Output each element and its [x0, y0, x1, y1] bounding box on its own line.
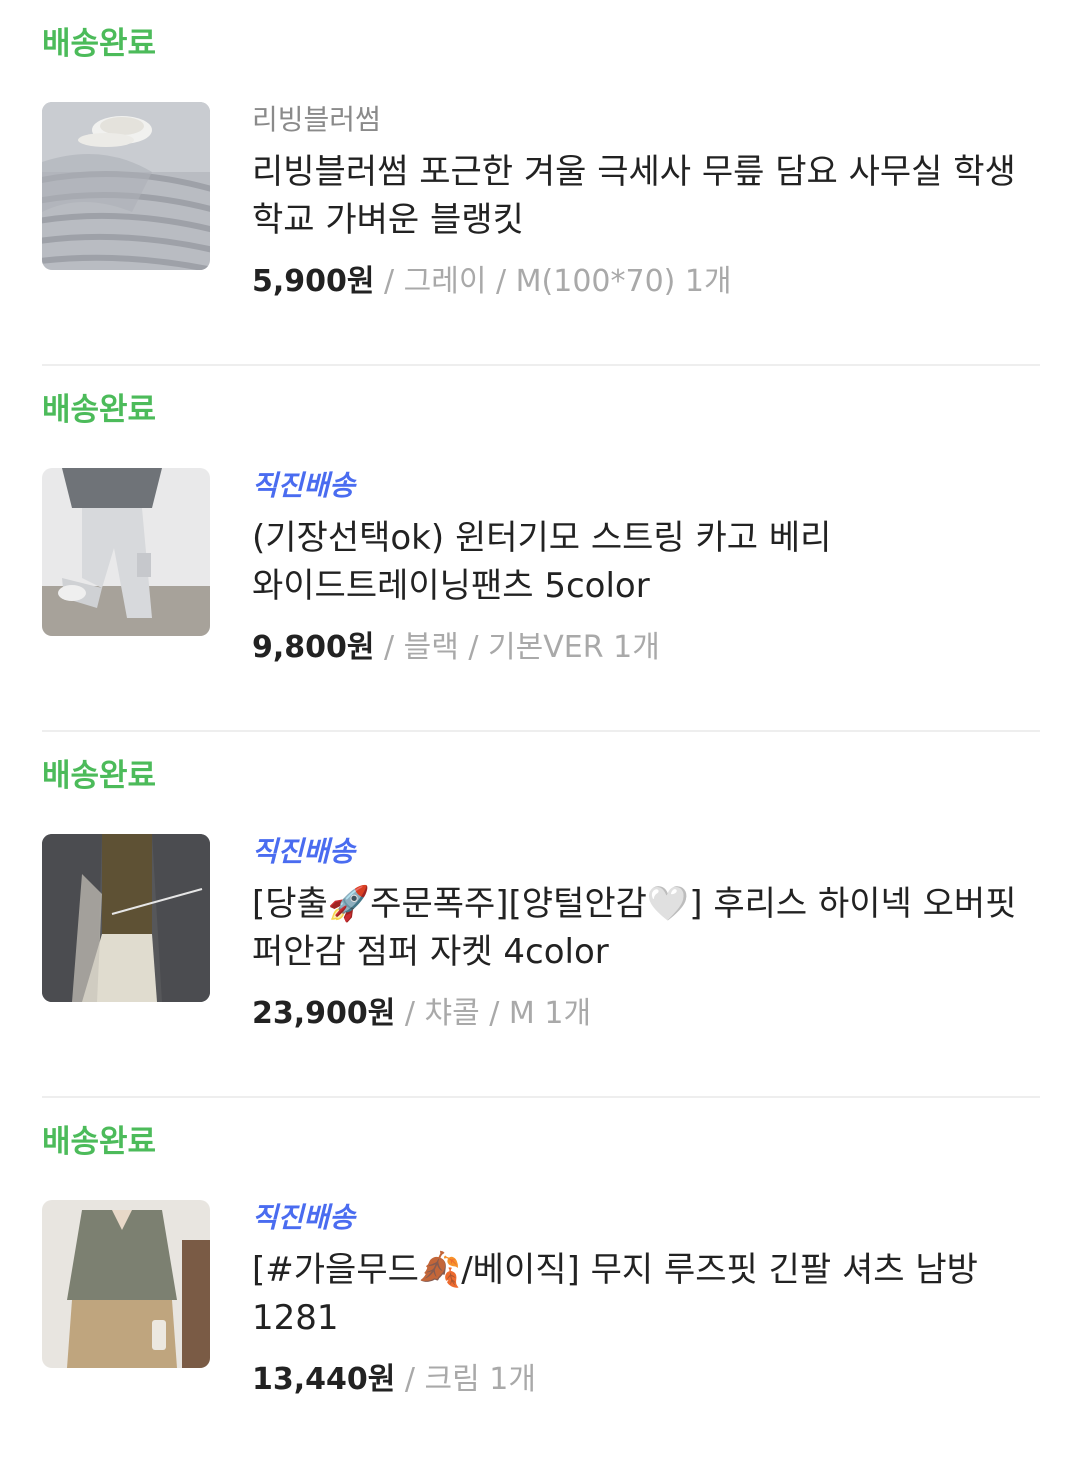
order-item[interactable]: 배송완료 리빙블러썸 리빙블러썸 포근한 겨울 극세사 무릎 담요 사무실 학생…	[42, 0, 1040, 366]
order-meta: 5,900원 / 그레이 / M(100*70) 1개	[252, 262, 1042, 302]
order-meta: 13,440원 / 크림 1개	[252, 1360, 1042, 1400]
delivery-status: 배송완료	[42, 392, 157, 428]
order-meta: 23,900원 / 챠콜 / M 1개	[252, 994, 1042, 1034]
product-thumbnail[interactable]	[42, 1200, 210, 1368]
price: 9,800원	[252, 630, 375, 665]
product-thumbnail[interactable]	[42, 102, 210, 270]
cargo-pants-image	[42, 468, 210, 636]
delivery-status: 배송완료	[42, 1124, 157, 1160]
delivery-status: 배송완료	[42, 26, 157, 62]
order-meta: 9,800원 / 블랙 / 기본VER 1개	[252, 628, 1042, 668]
option-text: / 크림 1개	[395, 1362, 536, 1397]
price: 5,900원	[252, 264, 375, 299]
shirt-image	[42, 1200, 210, 1368]
delivery-badge: 직진배송	[252, 469, 356, 502]
order-item[interactable]: 배송완료 직진배송 [#가을무드🍂/베이직] 무지 루즈핏 긴팔 셔츠 남방 1…	[42, 1098, 1040, 1464]
product-thumbnail[interactable]	[42, 468, 210, 636]
product-thumbnail[interactable]	[42, 834, 210, 1002]
order-item[interactable]: 배송완료 직진배송 (기장선택ok) 윈터기모 스트링 카고 베리 와이드트레이…	[42, 366, 1040, 732]
delivery-badge: 직진배송	[252, 1201, 356, 1234]
product-title[interactable]: [#가을무드🍂/베이직] 무지 루즈핏 긴팔 셔츠 남방 1281	[252, 1246, 1042, 1342]
price: 23,900원	[252, 996, 396, 1031]
option-text: / 챠콜 / M 1개	[395, 996, 592, 1031]
option-text: / 그레이 / M(100*70) 1개	[374, 264, 732, 299]
order-item[interactable]: 배송완료 직진배송 [당출🚀주문폭주][양털안감🤍] 후리스 하이넥 오버핏 퍼…	[42, 732, 1040, 1098]
blanket-image	[42, 102, 210, 270]
option-text: / 블랙 / 기본VER 1개	[374, 630, 660, 665]
product-title[interactable]: 리빙블러썸 포근한 겨울 극세사 무릎 담요 사무실 학생 학교 가벼운 블랭킷	[252, 148, 1042, 244]
product-title[interactable]: (기장선택ok) 윈터기모 스트링 카고 베리 와이드트레이닝팬츠 5color	[252, 514, 1042, 610]
delivery-status: 배송완료	[42, 758, 157, 794]
price: 13,440원	[252, 1362, 396, 1397]
fleece-jacket-image	[42, 834, 210, 1002]
product-title[interactable]: [당출🚀주문폭주][양털안감🤍] 후리스 하이넥 오버핏 퍼안감 점퍼 자켓 4…	[252, 880, 1042, 976]
brand-name[interactable]: 리빙블러썸	[252, 102, 1042, 138]
delivery-badge: 직진배송	[252, 835, 356, 868]
